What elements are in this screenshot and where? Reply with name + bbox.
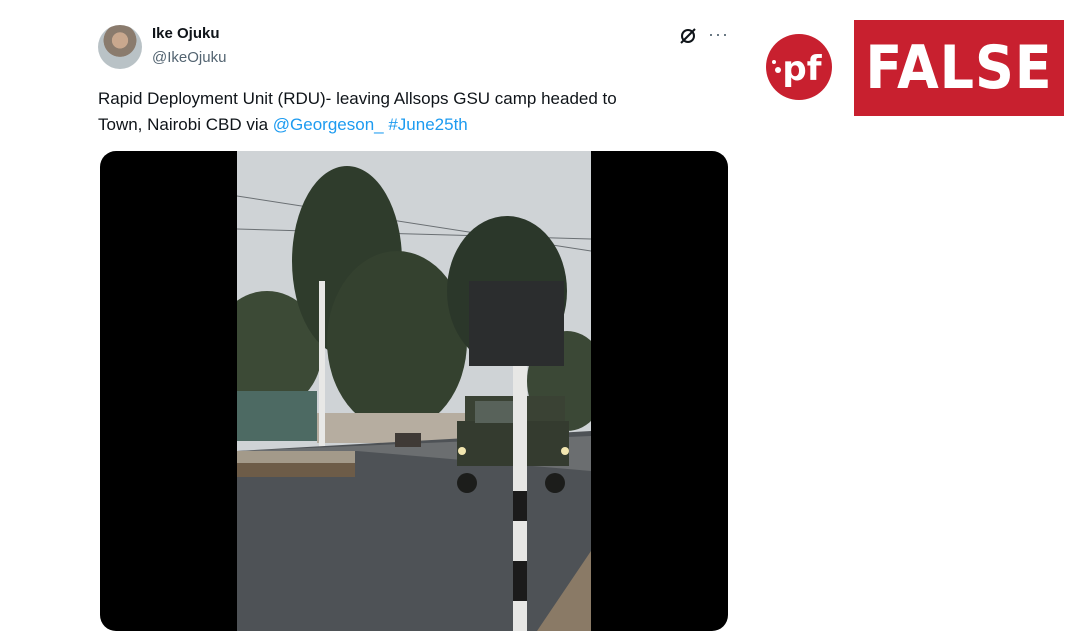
video-frame[interactable] — [237, 151, 591, 631]
verdict-badge: FALSE — [854, 20, 1064, 116]
tweet-text-line1: Rapid Deployment Unit (RDU)- leaving All… — [98, 89, 617, 108]
tweet-text: Rapid Deployment Unit (RDU)- leaving All… — [98, 86, 718, 138]
pesacheck-logo: pf — [766, 34, 832, 100]
verdict-label: FALSE — [865, 33, 1053, 103]
avatar[interactable] — [98, 25, 142, 69]
logo-text: pf — [782, 49, 822, 89]
tweet-text-line2: Town, Nairobi CBD via — [98, 115, 273, 134]
more-dots-icon[interactable]: ··· — [708, 24, 729, 45]
hashtag-link[interactable]: #June25th — [388, 115, 467, 134]
user-name[interactable]: Ike Ojuku — [152, 25, 220, 42]
video-player[interactable] — [100, 151, 728, 631]
user-handle[interactable]: @IkeOjuku — [152, 49, 226, 66]
grok-icon[interactable] — [678, 26, 698, 46]
mention-link[interactable]: @Georgeson_ — [273, 115, 384, 134]
